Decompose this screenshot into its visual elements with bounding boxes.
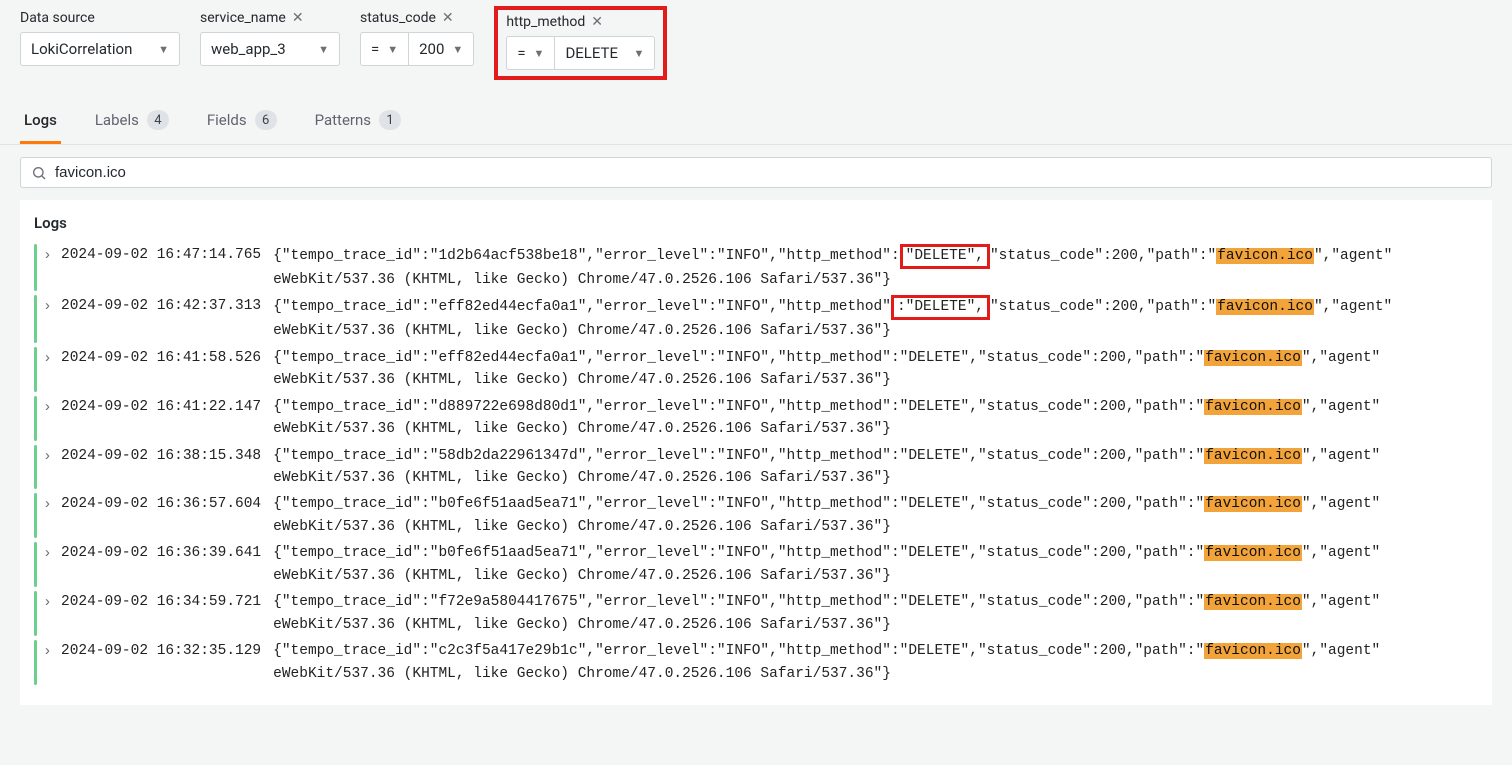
- filter-row: Data source LokiCorrelation ▼ service_na…: [20, 10, 1492, 80]
- close-icon[interactable]: ✕: [292, 10, 304, 26]
- logs-title: Logs: [20, 214, 1492, 242]
- log-level-bar: [34, 347, 37, 392]
- log-message: {"tempo_trace_id":"d889722e698d80d1","er…: [273, 396, 1380, 441]
- annotation-highlight-http-method: http_method ✕ = ▼ DELETE ▼: [494, 6, 667, 80]
- log-timestamp: 2024-09-02 16:41:58.526: [61, 347, 267, 369]
- expand-toggle[interactable]: ›: [43, 348, 55, 370]
- filter-http-method: http_method ✕ = ▼ DELETE ▼: [506, 14, 655, 70]
- status-code-op-dropdown[interactable]: = ▼: [360, 32, 409, 66]
- log-level-bar: [34, 295, 37, 342]
- tab-patterns[interactable]: Patterns 1: [311, 102, 405, 145]
- log-timestamp: 2024-09-02 16:36:57.604: [61, 493, 267, 515]
- log-row: › 2024-09-02 16:42:37.313 {"tempo_trace_id…: [20, 293, 1492, 344]
- log-level-bar: [34, 542, 37, 587]
- log-message: {"tempo_trace_id":"eff82ed44ecfa0a1","er…: [273, 347, 1380, 392]
- tabs: Logs Labels 4 Fields 6 Patterns 1: [0, 102, 1512, 145]
- filter-datasource: Data source LokiCorrelation ▼: [20, 10, 180, 66]
- filter-service-name: service_name ✕ web_app_3 ▼: [200, 10, 340, 66]
- datasource-dropdown[interactable]: LokiCorrelation ▼: [20, 32, 180, 66]
- search-input-wrapper: [20, 157, 1492, 188]
- log-timestamp: 2024-09-02 16:36:39.641: [61, 542, 267, 564]
- close-icon[interactable]: ✕: [442, 10, 454, 26]
- chevron-down-icon: ▼: [387, 43, 398, 56]
- log-timestamp: 2024-09-02 16:42:37.313: [61, 295, 267, 317]
- log-level-bar: [34, 445, 37, 490]
- chevron-down-icon: ▼: [158, 43, 169, 56]
- log-row: › 2024-09-02 16:32:35.129 {"tempo_trace_id…: [20, 638, 1492, 687]
- search-icon: [31, 165, 47, 181]
- log-message: {"tempo_trace_id":"c2c3f5a417e29b1c","er…: [273, 640, 1380, 685]
- filter-status-code: status_code ✕ = ▼ 200 ▼: [360, 10, 474, 66]
- close-icon[interactable]: ✕: [591, 14, 603, 30]
- log-message: {"tempo_trace_id":"f72e9a5804417675","er…: [273, 591, 1380, 636]
- log-message: {"tempo_trace_id":"b0fe6f51aad5ea71","er…: [273, 493, 1380, 538]
- tab-logs[interactable]: Logs: [20, 103, 61, 144]
- tab-badge: 6: [255, 110, 277, 130]
- expand-toggle[interactable]: ›: [43, 641, 55, 663]
- log-timestamp: 2024-09-02 16:41:22.147: [61, 396, 267, 418]
- filter-label: service_name: [200, 10, 286, 26]
- chevron-down-icon: ▼: [634, 47, 645, 60]
- expand-toggle[interactable]: ›: [43, 245, 55, 267]
- log-level-bar: [34, 591, 37, 636]
- log-timestamp: 2024-09-02 16:32:35.129: [61, 640, 267, 662]
- log-row: › 2024-09-02 16:36:39.641 {"tempo_trace_id…: [20, 540, 1492, 589]
- chevron-down-icon: ▼: [452, 43, 463, 56]
- chevron-down-icon: ▼: [534, 47, 545, 60]
- expand-toggle[interactable]: ›: [43, 592, 55, 614]
- service-name-dropdown[interactable]: web_app_3 ▼: [200, 32, 340, 66]
- expand-toggle[interactable]: ›: [43, 397, 55, 419]
- tab-badge: 4: [147, 110, 169, 130]
- log-message: {"tempo_trace_id":"eff82ed44ecfa0a1","er…: [273, 295, 1392, 342]
- log-row: › 2024-09-02 16:47:14.765 {"tempo_trace_id…: [20, 242, 1492, 293]
- log-message: {"tempo_trace_id":"1d2b64acf538be18","er…: [273, 244, 1392, 291]
- expand-toggle[interactable]: ›: [43, 543, 55, 565]
- logs-panel: Logs › 2024-09-02 16:47:14.765 {"tempo_tra…: [20, 200, 1492, 705]
- log-row: › 2024-09-02 16:36:57.604 {"tempo_trace_id…: [20, 491, 1492, 540]
- tab-badge: 1: [379, 110, 401, 130]
- filter-label: status_code: [360, 10, 436, 26]
- http-method-value-dropdown[interactable]: DELETE ▼: [555, 36, 655, 70]
- log-row: › 2024-09-02 16:34:59.721 {"tempo_trace_id…: [20, 589, 1492, 638]
- expand-toggle[interactable]: ›: [43, 296, 55, 318]
- expand-toggle[interactable]: ›: [43, 446, 55, 468]
- filter-label: Data source: [20, 10, 95, 26]
- log-row: › 2024-09-02 16:41:22.147 {"tempo_trace_id…: [20, 394, 1492, 443]
- log-message: {"tempo_trace_id":"b0fe6f51aad5ea71","er…: [273, 542, 1380, 587]
- search-input[interactable]: [55, 164, 1481, 181]
- log-level-bar: [34, 493, 37, 538]
- log-timestamp: 2024-09-02 16:34:59.721: [61, 591, 267, 613]
- status-code-value-dropdown[interactable]: 200 ▼: [409, 32, 474, 66]
- expand-toggle[interactable]: ›: [43, 494, 55, 516]
- tab-labels[interactable]: Labels 4: [91, 102, 173, 145]
- log-row: › 2024-09-02 16:38:15.348 {"tempo_trace_id…: [20, 443, 1492, 492]
- log-level-bar: [34, 640, 37, 685]
- chevron-down-icon: ▼: [318, 43, 329, 56]
- tab-fields[interactable]: Fields 6: [203, 102, 281, 145]
- log-level-bar: [34, 244, 37, 291]
- filter-label: http_method: [506, 14, 585, 30]
- log-level-bar: [34, 396, 37, 441]
- http-method-op-dropdown[interactable]: = ▼: [506, 36, 555, 70]
- log-message: {"tempo_trace_id":"58db2da22961347d","er…: [273, 445, 1380, 490]
- log-timestamp: 2024-09-02 16:47:14.765: [61, 244, 267, 266]
- log-row: › 2024-09-02 16:41:58.526 {"tempo_trace_id…: [20, 345, 1492, 394]
- log-timestamp: 2024-09-02 16:38:15.348: [61, 445, 267, 467]
